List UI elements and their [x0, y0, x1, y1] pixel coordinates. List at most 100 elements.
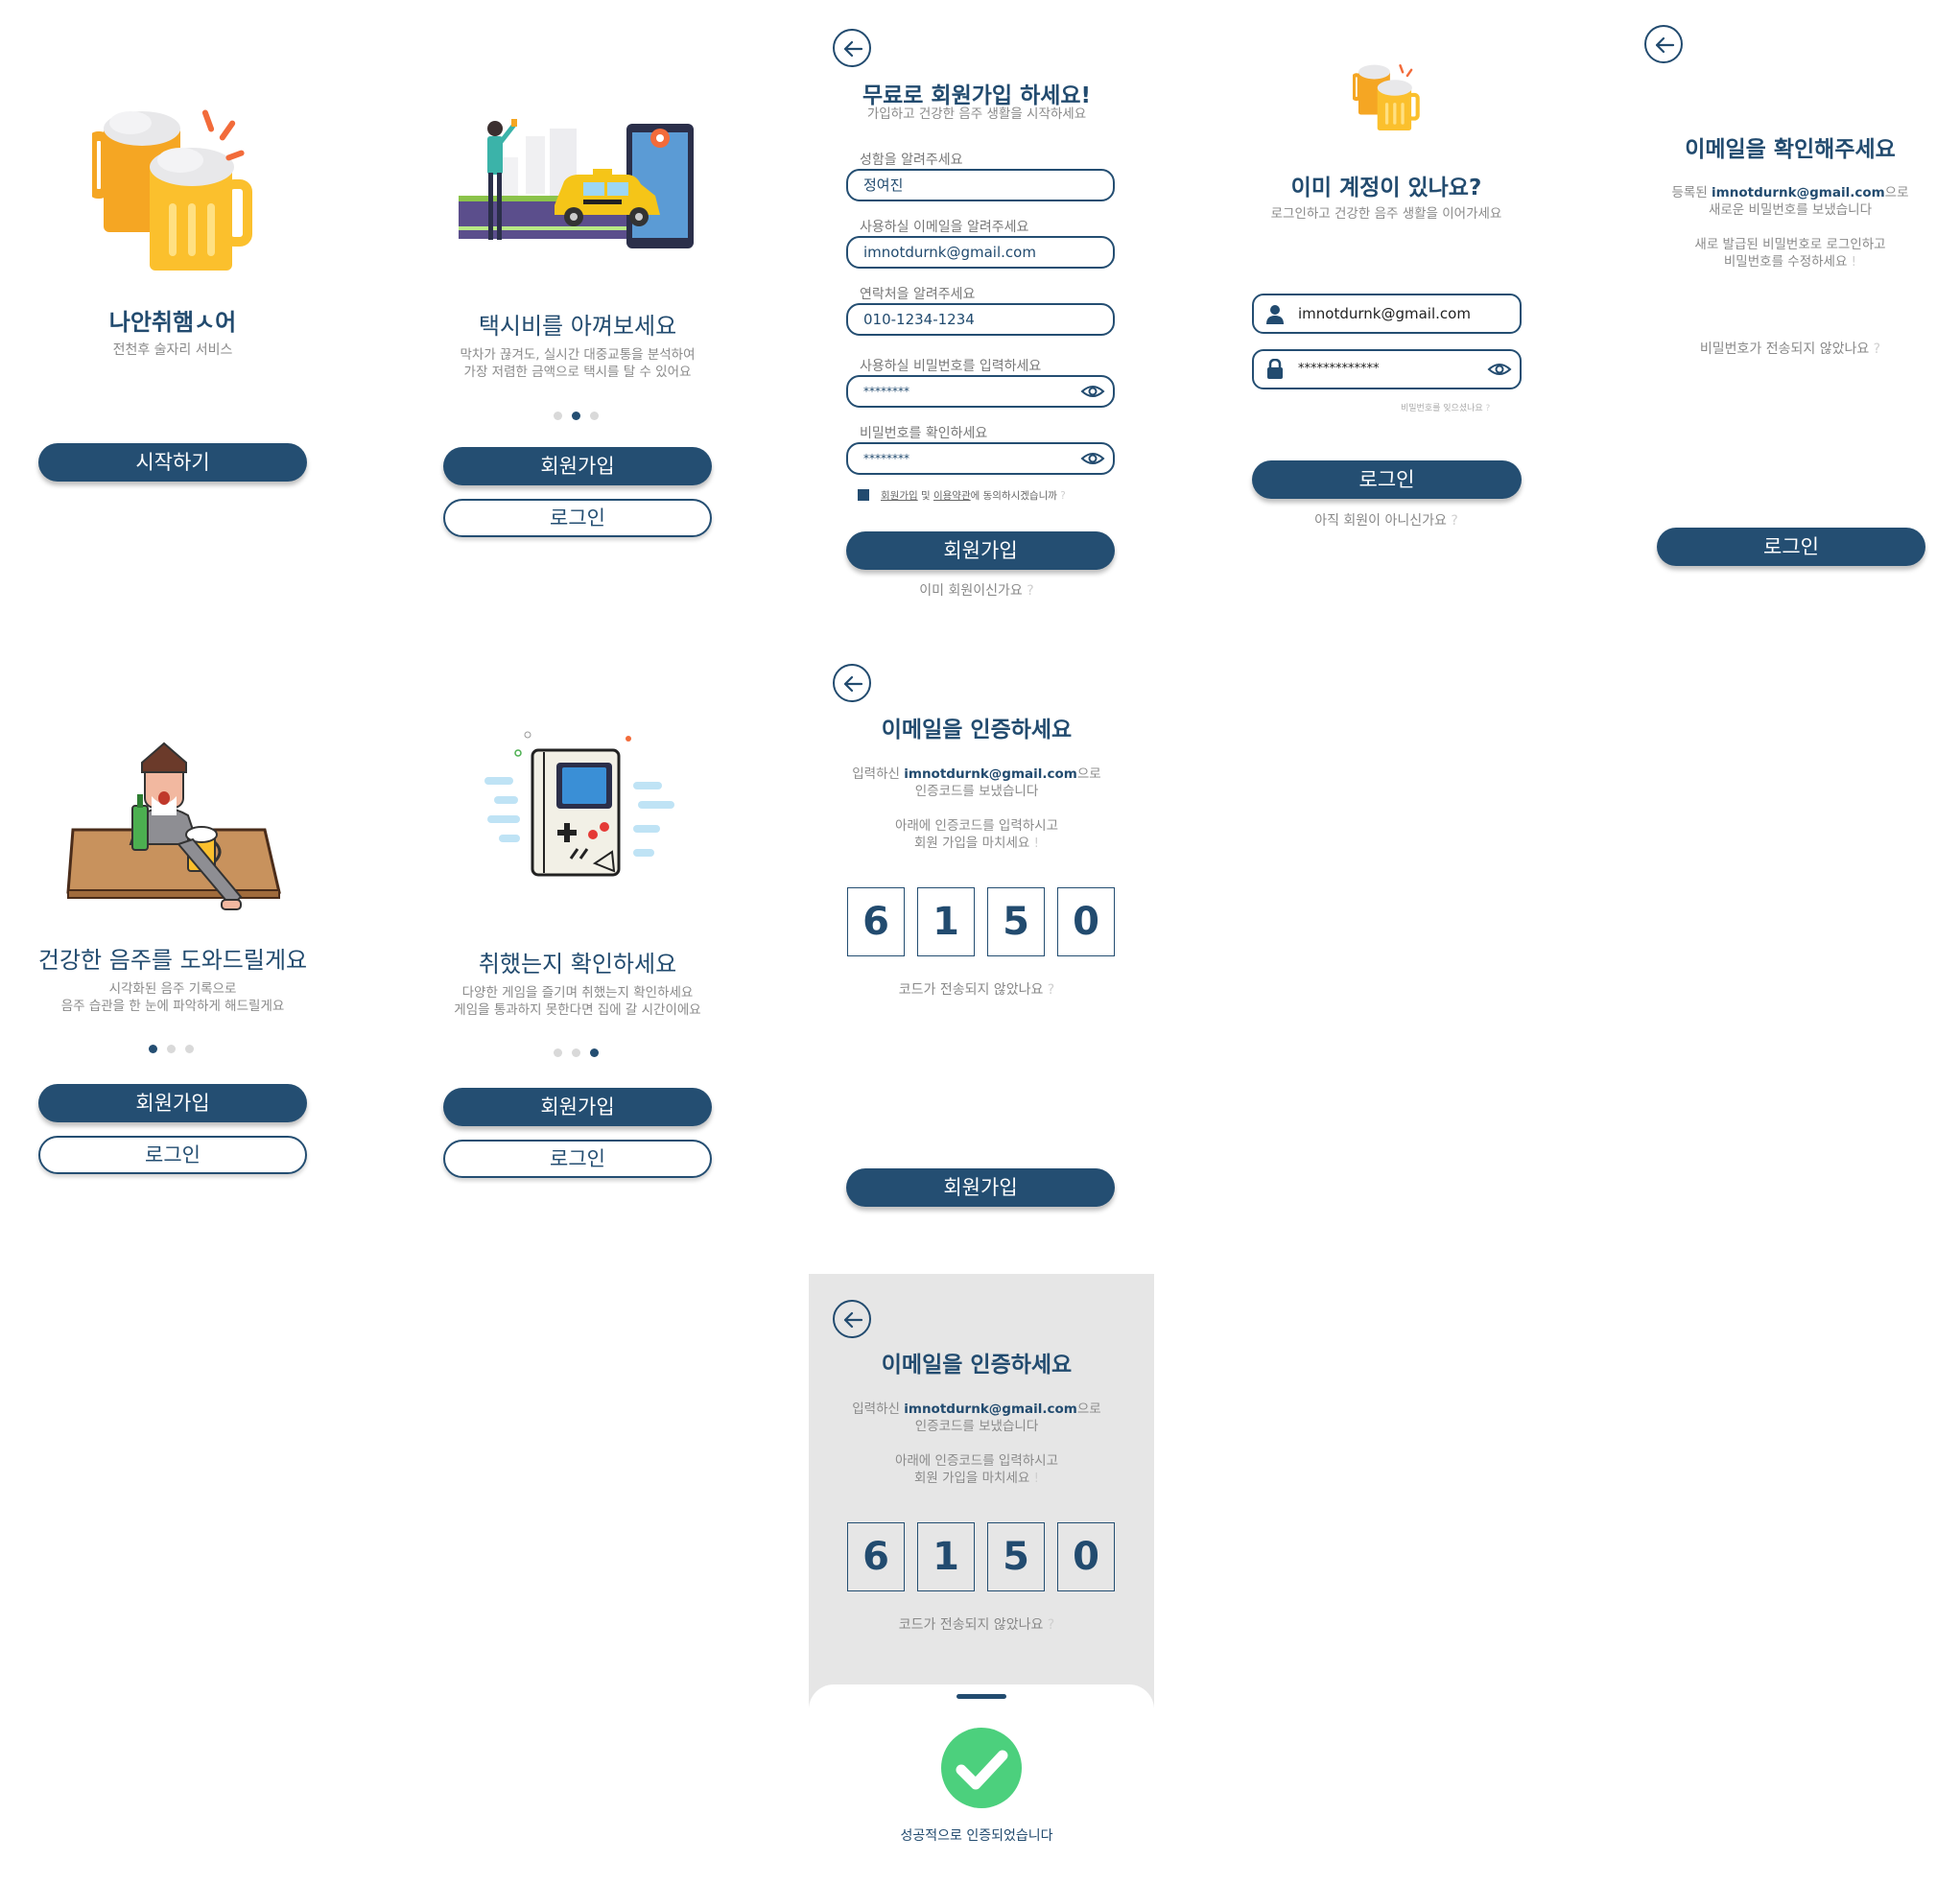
page-dot[interactable] [554, 1048, 562, 1057]
code-digit-1[interactable]: 6 [847, 887, 905, 956]
verify-line1: 입력하신 imnotdurnk@gmail.com으로 [815, 1398, 1138, 1417]
not-sent-text: 코드가 전송되지 않았나요 [898, 982, 1044, 998]
code-digit-3[interactable]: 5 [987, 1522, 1045, 1591]
signup-complete-button[interactable]: 회원가입 [846, 1168, 1115, 1207]
code-digit-4[interactable]: 0 [1057, 887, 1115, 956]
login-button[interactable]: 로그인 [443, 1140, 712, 1178]
page-indicator [549, 406, 603, 424]
back-arrow-icon [843, 1311, 863, 1329]
question-mark: ? [1482, 404, 1491, 413]
email-value: imnotdurnk@gmail.com [863, 244, 1036, 261]
agree-question: 에 동의하시겠습니까 [970, 490, 1057, 502]
login-email-field[interactable]: imnotdurnk@gmail.com [1252, 294, 1522, 334]
page-dot[interactable] [167, 1045, 176, 1053]
not-sent-text: 비밀번호가 전송되지 않았나요 [1699, 341, 1870, 357]
signup-button[interactable]: 회원가입 [443, 1088, 712, 1126]
onboarding-title: 건강한 음주를 도와드릴게요 [37, 947, 308, 974]
resend-code-link[interactable]: 코드가 전송되지 않았나요 ? [815, 979, 1138, 999]
login-email-value: imnotdurnk@gmail.com [1298, 305, 1471, 322]
login-button[interactable]: 로그인 [38, 1136, 307, 1174]
eye-icon[interactable] [1080, 449, 1105, 468]
agree-connector: 및 [917, 490, 933, 502]
page-dot[interactable] [554, 412, 562, 420]
name-field[interactable]: 정여진 [846, 169, 1115, 201]
login-button[interactable]: 로그인 [443, 499, 712, 537]
phone-value: 010-1234-1234 [863, 311, 975, 328]
onboarding-desc-line1: 다양한 게임을 즐기며 취했는지 확인하세요 [461, 985, 694, 1001]
page-dot[interactable] [185, 1045, 194, 1053]
resend-code-link[interactable]: 코드가 전송되지 않았나요 ? [815, 1614, 1138, 1634]
verify-line4: 회원 가입을 마치세요 ! [815, 832, 1138, 851]
code-digit-3[interactable]: 5 [987, 887, 1045, 956]
reset-line4-text: 비밀번호를 수정하세요 [1723, 254, 1848, 270]
password-field[interactable]: ******** [846, 375, 1115, 408]
start-button[interactable]: 시작하기 [38, 443, 307, 482]
code-digit-2[interactable]: 1 [917, 887, 975, 956]
page-dot[interactable] [590, 412, 599, 420]
lock-icon [1267, 359, 1283, 379]
name-value: 정여진 [863, 177, 904, 194]
reset-line2: 새로운 비밀번호를 보냈습니다 [1708, 202, 1873, 218]
code-digit-4[interactable]: 0 [1057, 1522, 1115, 1591]
back-button[interactable] [1644, 25, 1683, 63]
phone-label: 연락처을 알려주세요 [860, 287, 976, 302]
signup-button[interactable]: 회원가입 [38, 1084, 307, 1122]
reset-line3: 새로 발급된 비밀번호로 로그인하고 [1694, 237, 1886, 252]
onboarding-desc-line1: 시각화된 음주 기록으로 [108, 981, 237, 997]
name-label: 성함을 알려주세요 [860, 153, 963, 168]
back-arrow-icon [1655, 36, 1675, 54]
verify-title: 이메일을 인증하세요 [881, 1353, 1073, 1378]
back-arrow-icon [843, 40, 863, 58]
verify-line2: 인증코드를 보냈습니다 [914, 784, 1039, 799]
already-member-link[interactable]: 이미 회원이신가요 ? [827, 580, 1126, 600]
signup-submit-button[interactable]: 회원가입 [846, 531, 1115, 570]
reset-line1: 등록된 imnotdurnk@gmail.com으로 [1631, 181, 1949, 200]
phone-field[interactable]: 010-1234-1234 [846, 303, 1115, 336]
taxi-illustration [459, 119, 694, 248]
email-label: 사용하실 이메일을 알려주세요 [860, 220, 1029, 235]
page-indicator [144, 1039, 199, 1057]
signup-link[interactable]: 아직 회원이 아니신가요 ? [1238, 510, 1535, 530]
forgot-password-text: 비밀번호를 잊으셨나요 [1401, 404, 1483, 413]
question-mark: ? [1056, 490, 1066, 502]
login-password-field[interactable]: ************* [1252, 349, 1522, 389]
page-dot-active[interactable] [149, 1045, 157, 1053]
not-member-text: 아직 회원이 아니신가요 [1314, 513, 1447, 529]
page-dot[interactable] [572, 1048, 580, 1057]
verify-title: 이메일을 인증하세요 [881, 718, 1073, 742]
onboarding-desc-line2: 게임을 통과하지 못한다면 집에 갈 시간이에요 [454, 1002, 701, 1018]
login-title: 이미 계정이 있나요? [1290, 176, 1482, 200]
signup-terms-link[interactable]: 회원가입 [881, 490, 918, 502]
email-field[interactable]: imnotdurnk@gmail.com [846, 236, 1115, 269]
signup-button[interactable]: 회원가입 [443, 447, 712, 485]
login-button[interactable]: 로그인 [1252, 460, 1522, 499]
agree-checkbox[interactable] [858, 489, 869, 501]
login-password-value: ************* [1298, 362, 1380, 376]
question-mark: ? [1043, 1617, 1055, 1633]
onboarding-title: 택시비를 아껴보세요 [478, 313, 677, 340]
confirm-password-field[interactable]: ******** [846, 442, 1115, 475]
verify-line4: 회원 가입을 마치세요 ! [815, 1467, 1138, 1486]
password-not-sent-link[interactable]: 비밀번호가 전송되지 않았나요 ? [1631, 339, 1949, 358]
terms-link[interactable]: 이용약관 [933, 490, 971, 502]
code-digit-2[interactable]: 1 [917, 1522, 975, 1591]
question-mark: ? [1869, 341, 1881, 357]
question-mark: ? [1446, 513, 1458, 529]
page-dot-active[interactable] [590, 1048, 599, 1057]
page-dot-active[interactable] [572, 412, 580, 420]
forgot-password-link[interactable]: 비밀번호를 잊으셨나요 ? [1401, 401, 1490, 413]
login-button[interactable]: 로그인 [1657, 528, 1925, 566]
sheet-handle[interactable] [956, 1694, 1006, 1699]
code-digit-1[interactable]: 6 [847, 1522, 905, 1591]
page-indicator [549, 1043, 603, 1061]
agree-text: 회원가입 및 이용약관에 동의하시겠습니까 ? [881, 488, 1066, 503]
verify-line3: 아래에 인증코드를 입력하시고 [894, 818, 1059, 834]
back-button[interactable] [833, 664, 871, 702]
login-subtitle: 로그인하고 건강한 음주 생활을 이어가세요 [1270, 206, 1502, 222]
eye-icon[interactable] [1080, 382, 1105, 401]
back-button[interactable] [833, 1300, 871, 1338]
game-console-illustration [484, 731, 674, 877]
verify-line4-text: 회원 가입을 마치세요 [913, 1471, 1030, 1486]
eye-icon[interactable] [1487, 360, 1512, 379]
back-button[interactable] [833, 29, 871, 67]
